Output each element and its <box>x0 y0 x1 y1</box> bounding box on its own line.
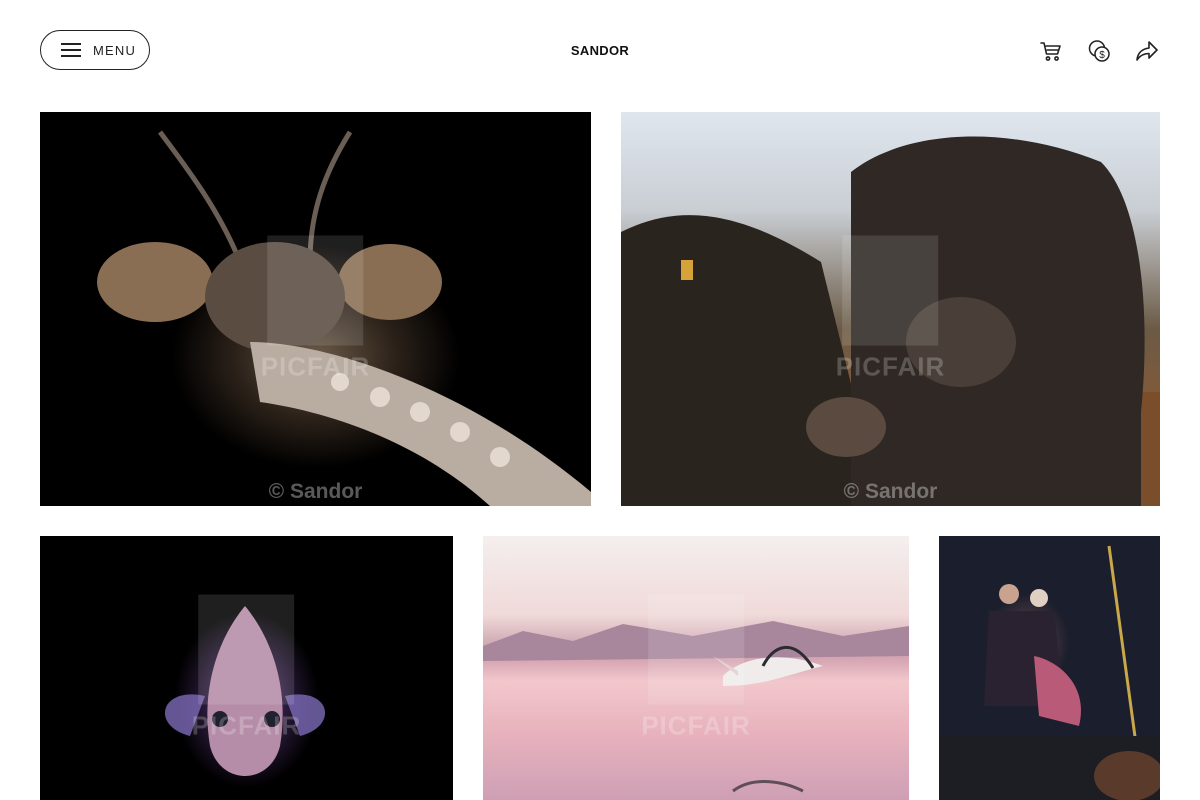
header-actions: $ <box>1038 38 1160 64</box>
cows-illustration <box>621 136 1160 506</box>
photo-pelican[interactable]: PICFAIR <box>483 536 909 800</box>
svg-text:$: $ <box>1099 50 1105 61</box>
shopping-cart-icon[interactable] <box>1038 38 1064 64</box>
photo-credit: © Sandor <box>843 480 938 503</box>
fish-illustration <box>164 606 326 776</box>
mantis-illustration <box>97 130 591 506</box>
photo-credit: © Sandor <box>268 480 363 503</box>
share-icon[interactable] <box>1134 38 1160 64</box>
photo-mantis[interactable]: PICFAIR © Sandor <box>40 112 591 506</box>
photo-cows[interactable]: PICFAIR © Sandor <box>621 112 1160 506</box>
pelican-illustration <box>483 621 909 793</box>
photo-fish[interactable]: PICFAIR <box>40 536 453 800</box>
site-header: MENU SANDOR $ <box>0 0 1200 100</box>
currency-exchange-icon[interactable]: $ <box>1086 38 1112 64</box>
photo-dancers[interactable] <box>939 536 1160 800</box>
dancers-illustration <box>939 545 1160 800</box>
site-title[interactable]: SANDOR <box>0 43 1200 58</box>
